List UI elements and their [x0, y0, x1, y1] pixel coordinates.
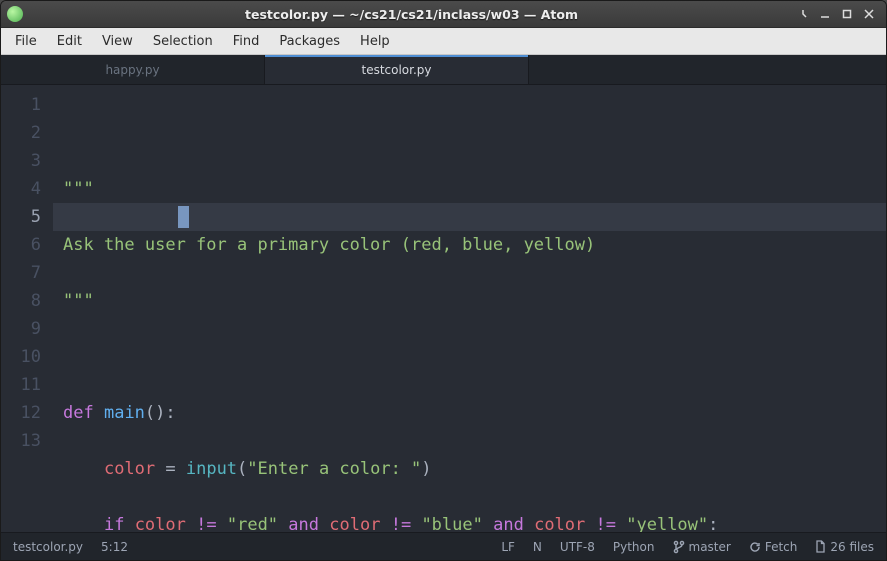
window-menu-button[interactable] [792, 5, 814, 23]
editor[interactable]: 1 2 3 4 5 6 7 8 9 10 11 12 13 """ Ask th… [1, 85, 886, 532]
files-label: 26 files [830, 540, 874, 554]
code-line: def main(): [63, 399, 886, 427]
line-number: 13 [1, 427, 41, 455]
line-number: 11 [1, 371, 41, 399]
code-line: """ [63, 287, 886, 315]
status-files[interactable]: 26 files [815, 540, 874, 554]
atom-window: testcolor.py — ~/cs21/cs21/inclass/w03 —… [0, 0, 887, 561]
menu-file[interactable]: File [5, 31, 47, 52]
menu-selection[interactable]: Selection [143, 31, 223, 52]
line-number: 2 [1, 119, 41, 147]
statusbar: testcolor.py 5:12 LF N UTF-8 Python mast… [1, 532, 886, 560]
code-line: Ask the user for a primary color (red, b… [63, 231, 886, 259]
line-number: 3 [1, 147, 41, 175]
status-cursor[interactable]: 5:12 [101, 540, 128, 554]
maximize-button[interactable] [836, 5, 858, 23]
line-number: 10 [1, 343, 41, 371]
menu-view[interactable]: View [92, 31, 143, 52]
window-title: testcolor.py — ~/cs21/cs21/inclass/w03 —… [31, 7, 792, 22]
atom-app-icon [7, 6, 23, 22]
code-line: """ [63, 175, 886, 203]
minimize-button[interactable] [814, 5, 836, 23]
code-line: color = input("Enter a color: ") [63, 455, 886, 483]
status-filename[interactable]: testcolor.py [13, 540, 83, 554]
refresh-icon [749, 541, 761, 553]
gutter: 1 2 3 4 5 6 7 8 9 10 11 12 13 [1, 85, 53, 532]
line-number: 6 [1, 231, 41, 259]
status-line-ending[interactable]: LF [501, 540, 515, 554]
titlebar: testcolor.py — ~/cs21/cs21/inclass/w03 —… [1, 1, 886, 28]
fetch-label: Fetch [765, 540, 798, 554]
line-number: 12 [1, 399, 41, 427]
line-number: 4 [1, 175, 41, 203]
line-number: 1 [1, 91, 41, 119]
cursor [178, 206, 189, 228]
line-number: 5 [1, 203, 41, 231]
menu-help[interactable]: Help [350, 31, 400, 52]
menu-edit[interactable]: Edit [47, 31, 92, 52]
line-number: 8 [1, 287, 41, 315]
menubar: File Edit View Selection Find Packages H… [1, 28, 886, 55]
status-git-branch[interactable]: master [673, 540, 731, 554]
close-button[interactable] [858, 5, 880, 23]
tab-label: happy.py [105, 63, 159, 77]
menu-find[interactable]: Find [223, 31, 270, 52]
tab-label: testcolor.py [361, 63, 431, 77]
status-encoding[interactable]: UTF-8 [560, 540, 595, 554]
window-controls [792, 5, 880, 23]
code-line: if color != "red" and color != "blue" an… [63, 511, 886, 532]
file-icon [815, 540, 826, 553]
menu-packages[interactable]: Packages [269, 31, 350, 52]
status-fetch[interactable]: Fetch [749, 540, 798, 554]
line-number: 7 [1, 259, 41, 287]
line-number: 9 [1, 315, 41, 343]
branch-name: master [689, 540, 731, 554]
code-area[interactable]: """ Ask the user for a primary color (re… [53, 85, 886, 532]
code-line [63, 343, 886, 371]
git-branch-icon [673, 540, 685, 554]
status-n[interactable]: N [533, 540, 542, 554]
tab-testcolor-py[interactable]: testcolor.py [265, 55, 529, 84]
status-grammar[interactable]: Python [613, 540, 655, 554]
tabbar: happy.py testcolor.py [1, 55, 886, 85]
tab-happy-py[interactable]: happy.py [1, 55, 265, 84]
